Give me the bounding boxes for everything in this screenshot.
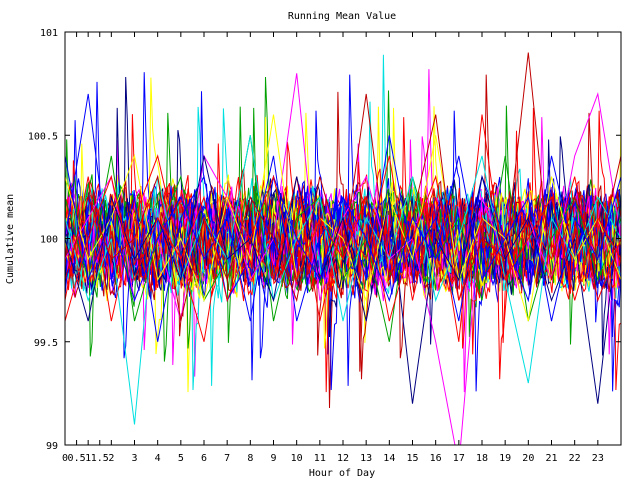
chart-container: Running Mean Value Hour of Day Cumulativ… bbox=[0, 0, 640, 480]
chart-title: Running Mean Value bbox=[288, 11, 396, 22]
x-tick-label: 18 bbox=[476, 453, 488, 464]
x-tick-label: 20 bbox=[522, 453, 534, 464]
x-tick-label: 11 bbox=[314, 453, 326, 464]
x-tick-label: 0.5 bbox=[68, 453, 86, 464]
x-axis-label: Hour of Day bbox=[309, 468, 375, 479]
x-tick-label: 14 bbox=[383, 453, 395, 464]
x-tick-label: 7 bbox=[224, 453, 230, 464]
y-tick-label: 100 bbox=[40, 235, 58, 246]
x-tick-label: 13 bbox=[360, 453, 372, 464]
x-tick-label: 6 bbox=[201, 453, 207, 464]
x-tick-label: 1.5 bbox=[91, 453, 109, 464]
plot-area bbox=[65, 52, 621, 445]
y-axis-label: Cumulative mean bbox=[5, 194, 16, 284]
y-tick-label: 100.5 bbox=[28, 131, 58, 142]
x-tick-label: 5 bbox=[178, 453, 184, 464]
y-tick-label: 99 bbox=[46, 441, 58, 452]
x-tick-label: 17 bbox=[453, 453, 465, 464]
x-tick-label: 3 bbox=[131, 453, 137, 464]
x-tick-label: 15 bbox=[406, 453, 418, 464]
x-tick-label: 9 bbox=[270, 453, 276, 464]
running-mean-chart: Running Mean Value Hour of Day Cumulativ… bbox=[5, 11, 622, 479]
x-tick-label: 16 bbox=[430, 453, 442, 464]
x-tick-label: 12 bbox=[337, 453, 349, 464]
x-tick-label: 8 bbox=[247, 453, 253, 464]
x-tick-label: 19 bbox=[499, 453, 511, 464]
y-tick-label: 101 bbox=[40, 28, 58, 39]
x-tick-label: 23 bbox=[592, 453, 604, 464]
x-tick-label: 2 bbox=[108, 453, 114, 464]
x-tick-label: 22 bbox=[569, 453, 581, 464]
x-tick-label: 21 bbox=[545, 453, 557, 464]
x-tick-label: 4 bbox=[155, 453, 161, 464]
x-tick-label: 10 bbox=[291, 453, 303, 464]
y-tick-label: 99.5 bbox=[34, 338, 58, 349]
